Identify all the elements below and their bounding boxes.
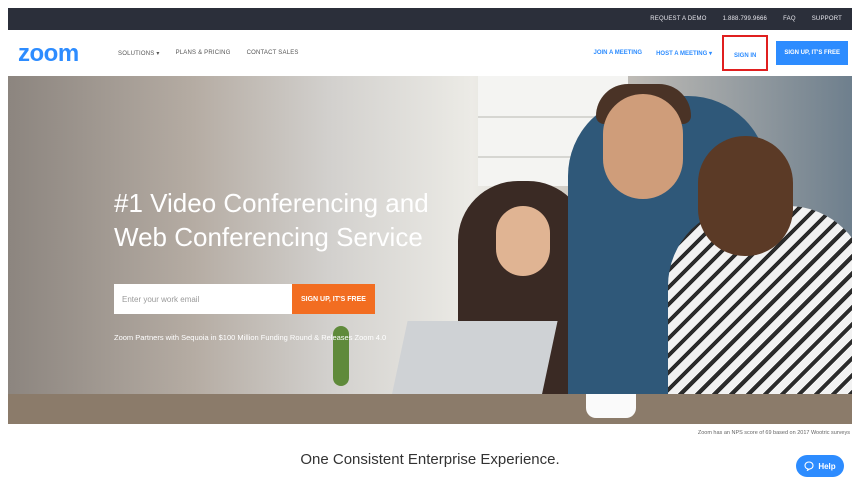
request-demo-link[interactable]: REQUEST A DEMO <box>650 16 706 22</box>
hero-signup-form: SIGN UP, IT'S FREE <box>114 284 375 314</box>
page: REQUEST A DEMO 1.888.799.9666 FAQ SUPPOR… <box>8 0 852 481</box>
support-link[interactable]: SUPPORT <box>812 16 842 22</box>
desk <box>8 394 852 424</box>
phone-link[interactable]: 1.888.799.9666 <box>723 16 768 22</box>
hero-headline-line1: #1 Video Conferencing and <box>114 188 429 218</box>
nps-footnote: Zoom has an NPS score of 69 based on 201… <box>697 430 850 436</box>
section-heading: One Consistent Enterprise Experience. <box>300 451 560 468</box>
hero-face <box>496 206 550 276</box>
help-button[interactable]: Help <box>796 455 844 477</box>
join-meeting-link[interactable]: JOIN A MEETING <box>594 50 643 56</box>
sign-in-label: SIGN IN <box>733 53 757 59</box>
plans-pricing-link[interactable]: PLANS & PRICING <box>176 50 231 56</box>
hero-face <box>603 94 683 199</box>
main-nav: zoom SOLUTIONS ▾ PLANS & PRICING CONTACT… <box>8 30 852 76</box>
top-utility-bar: REQUEST A DEMO 1.888.799.9666 FAQ SUPPOR… <box>8 8 852 30</box>
solutions-menu[interactable]: SOLUTIONS ▾ <box>118 50 160 57</box>
host-meeting-menu[interactable]: HOST A MEETING ▾ <box>656 50 712 57</box>
hero-face <box>698 136 793 256</box>
work-email-input[interactable] <box>114 284 292 314</box>
nav-signup-button[interactable]: SIGN UP, IT'S FREE <box>776 41 848 65</box>
coffee-cup <box>586 394 636 418</box>
hero-headline: #1 Video Conferencing and Web Conferenci… <box>114 186 474 254</box>
contact-sales-link[interactable]: CONTACT SALES <box>247 50 299 56</box>
hero-signup-button[interactable]: SIGN UP, IT'S FREE <box>292 284 375 314</box>
help-label: Help <box>818 461 836 471</box>
zoom-logo[interactable]: zoom <box>18 40 79 68</box>
faq-link[interactable]: FAQ <box>783 16 796 22</box>
news-link[interactable]: Zoom Partners with Sequoia in $100 Milli… <box>114 333 386 342</box>
hero-banner: #1 Video Conferencing and Web Conferenci… <box>8 76 852 424</box>
hero-headline-line2: Web Conferencing Service <box>114 222 423 252</box>
sign-in-button[interactable]: SIGN IN <box>721 35 769 71</box>
chat-bubble-icon <box>804 461 814 471</box>
